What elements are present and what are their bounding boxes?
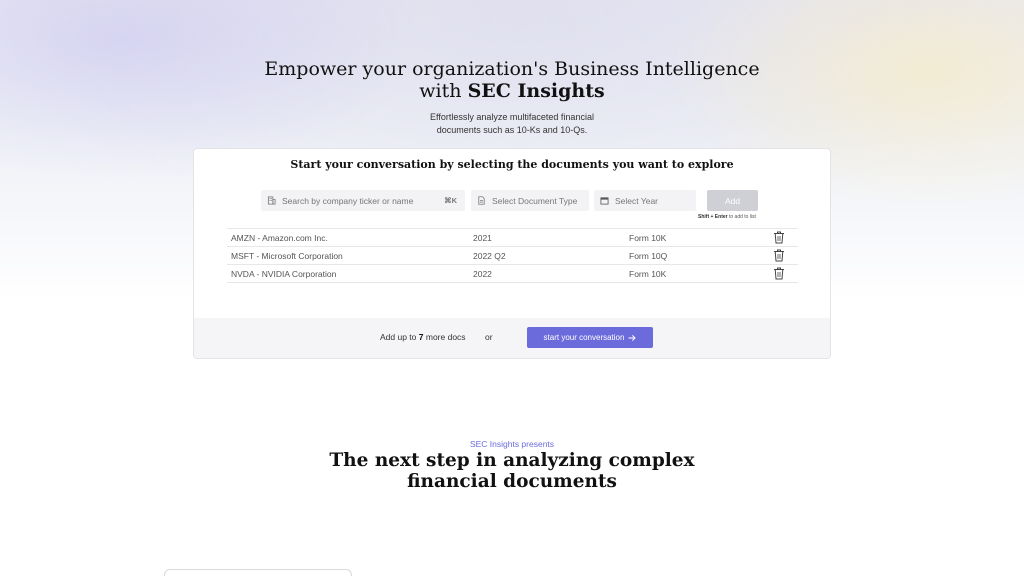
document-icon [477, 196, 486, 205]
hero-title-brand: SEC Insights [467, 80, 605, 102]
document-row: AMZN - Amazon.com Inc. 2021 Form 10K [227, 228, 798, 246]
trash-icon[interactable] [773, 249, 785, 262]
remaining-docs-text: Add up to 7 more docs [380, 332, 466, 342]
selector-footer: Add up to 7 more docs or start your conv… [194, 318, 830, 358]
building-icon [267, 196, 276, 205]
section-title-line2: financial documents [407, 471, 617, 492]
add-button[interactable]: Add [707, 190, 758, 211]
document-form: Form 10K [629, 269, 667, 279]
remaining-prefix: Add up to [380, 332, 419, 342]
hero-title-prefix: with [419, 80, 468, 102]
hero-subtitle: Effortlessly analyze multifaceted financ… [0, 111, 1024, 137]
document-company: MSFT - Microsoft Corporation [231, 251, 343, 261]
hero-subtitle-line1: Effortlessly analyze multifaceted financ… [430, 112, 594, 122]
document-company: NVDA - NVIDIA Corporation [231, 269, 337, 279]
start-conversation-button[interactable]: start your conversation [527, 327, 653, 348]
year-select[interactable]: Select Year [594, 190, 696, 211]
document-type-select[interactable]: Select Document Type [471, 190, 589, 211]
hero-subtitle-line2: documents such as 10-Ks and 10-Qs. [436, 125, 588, 135]
remaining-suffix: more docs [423, 332, 466, 342]
year-placeholder: Select Year [615, 195, 659, 206]
add-hint-text: to add to list [727, 214, 756, 220]
calendar-icon [600, 196, 609, 205]
document-type-placeholder: Select Document Type [492, 195, 578, 206]
feature-card-peek [164, 569, 352, 576]
document-row: NVDA - NVIDIA Corporation 2022 Form 10K [227, 264, 798, 283]
company-search-input[interactable] [282, 195, 465, 206]
selector-title: Start your conversation by selecting the… [290, 158, 734, 171]
start-conversation-label: start your conversation [543, 333, 625, 342]
arrow-right-icon [628, 334, 637, 341]
document-period: 2022 Q2 [473, 251, 506, 261]
section-title-line1: The next step in analyzing complex [329, 450, 695, 471]
document-period: 2022 [473, 269, 492, 279]
search-shortcut: ⌘K [444, 196, 457, 205]
add-hint-keys: Shift + Enter [698, 214, 728, 220]
company-search-field[interactable]: ⌘K [261, 190, 465, 211]
document-form: Form 10K [629, 233, 667, 243]
document-row: MSFT - Microsoft Corporation 2022 Q2 For… [227, 246, 798, 264]
document-selector-card: Start your conversation by selecting the… [193, 148, 831, 359]
section-title: The next step in analyzing complex finan… [0, 450, 1024, 492]
hero-title-line1: Empower your organization's Business Int… [264, 58, 760, 80]
document-form: Form 10Q [629, 251, 668, 261]
trash-icon[interactable] [773, 267, 785, 280]
document-company: AMZN - Amazon.com Inc. [231, 233, 328, 243]
add-hint: Shift + Enter to add to list [698, 214, 756, 220]
trash-icon[interactable] [773, 231, 785, 244]
footer-or: or [485, 332, 493, 342]
document-period: 2021 [473, 233, 492, 243]
hero-title: Empower your organization's Business Int… [0, 58, 1024, 102]
selected-documents-list: AMZN - Amazon.com Inc. 2021 Form 10K MSF… [227, 228, 798, 283]
section-eyebrow: SEC Insights presents [469, 439, 555, 449]
